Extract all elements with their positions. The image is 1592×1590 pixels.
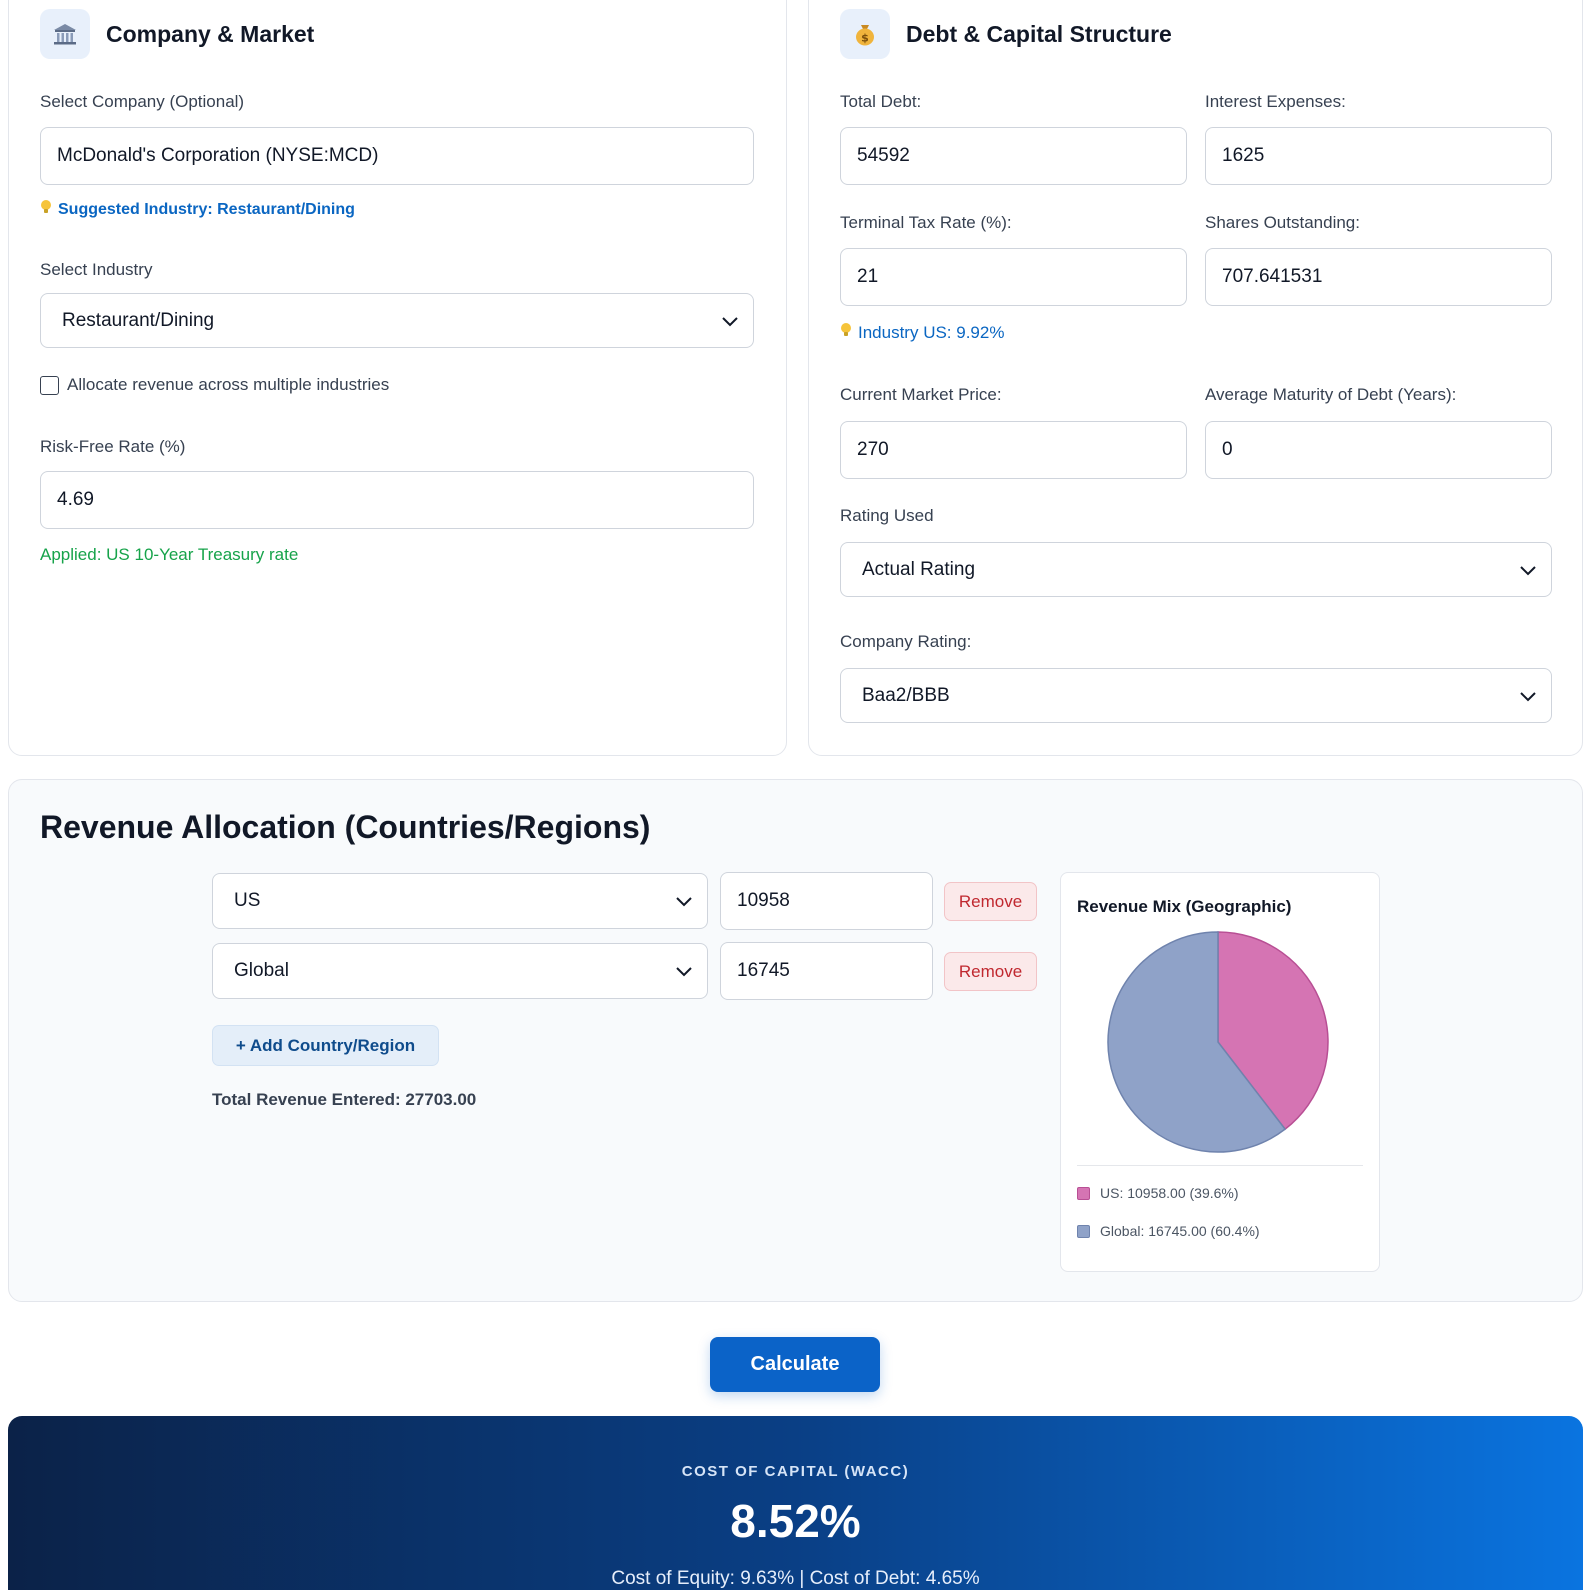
shares-label: Shares Outstanding: <box>1205 213 1360 232</box>
cost-breakdown: Cost of Equity: 9.63% | Cost of Debt: 4.… <box>611 1568 980 1589</box>
region-select-2[interactable]: Global <box>212 943 708 999</box>
lightbulb-icon <box>840 322 852 343</box>
company-rating-value: Baa2/BBB <box>862 684 950 706</box>
bank-building-icon <box>40 9 90 59</box>
chevron-down-icon <box>1520 565 1536 575</box>
rating-used-label: Rating Used <box>840 506 934 525</box>
legend-item-us: US: 10958.00 (39.6%) <box>1077 1185 1239 1201</box>
lightbulb-icon <box>40 199 52 220</box>
debt-capital-card: $ Debt & Capital Structure Total Debt: I… <box>808 0 1583 756</box>
calculate-button[interactable]: Calculate <box>710 1337 880 1392</box>
maturity-input[interactable] <box>1205 421 1552 479</box>
company-market-card: Company & Market Select Company (Optiona… <box>8 0 787 756</box>
legend-label: Global: 16745.00 (60.4%) <box>1100 1223 1260 1239</box>
price-input[interactable] <box>840 421 1187 479</box>
industry-select-value: Restaurant/Dining <box>62 309 215 331</box>
region-select-1[interactable]: US <box>212 873 708 929</box>
interest-input[interactable] <box>1205 127 1552 185</box>
legend-swatch <box>1077 1186 1090 1200</box>
industry-tax-hint: Industry US: 9.92% <box>840 322 1004 343</box>
card-title: Company & Market <box>106 20 315 47</box>
region-amount-input-1[interactable] <box>720 872 933 930</box>
chevron-down-icon <box>676 897 692 907</box>
chevron-down-icon <box>676 967 692 977</box>
company-label: Select Company (Optional) <box>40 92 245 111</box>
rating-used-select[interactable]: Actual Rating <box>840 542 1552 597</box>
total-debt-input[interactable] <box>840 127 1187 185</box>
tax-rate-label: Terminal Tax Rate (%): <box>840 213 1012 232</box>
total-revenue-text: Total Revenue Entered: 27703.00 <box>212 1090 477 1109</box>
wacc-result-banner: COST OF CAPITAL (WACC) 8.52% Cost of Equ… <box>8 1416 1583 1590</box>
legend-item-global: Global: 16745.00 (60.4%) <box>1077 1223 1260 1239</box>
total-debt-label: Total Debt: <box>840 92 922 111</box>
chevron-down-icon <box>722 316 738 326</box>
legend-swatch <box>1077 1224 1090 1238</box>
industry-select[interactable]: Restaurant/Dining <box>40 293 754 348</box>
shares-input[interactable] <box>1205 248 1552 306</box>
money-bag-icon: $ <box>840 9 890 59</box>
pie-chart <box>1107 931 1329 1153</box>
risk-free-label: Risk-Free Rate (%) <box>40 437 186 456</box>
add-country-region-button[interactable]: + Add Country/Region <box>212 1025 439 1066</box>
chart-title: Revenue Mix (Geographic) <box>1077 897 1292 916</box>
maturity-label: Average Maturity of Debt (Years): <box>1205 385 1457 404</box>
region-select-value: US <box>234 890 261 911</box>
tax-rate-input[interactable] <box>840 248 1187 306</box>
legend-label: US: 10958.00 (39.6%) <box>1100 1185 1239 1201</box>
legend-divider <box>1077 1165 1363 1166</box>
wacc-value: 8.52% <box>730 1495 861 1547</box>
allocate-industries-checkbox[interactable] <box>40 375 59 395</box>
interest-label: Interest Expenses: <box>1205 92 1346 111</box>
chevron-down-icon <box>1520 691 1536 701</box>
suggested-industry-hint: Suggested Industry: Restaurant/Dining <box>40 199 355 220</box>
region-amount-input-2[interactable] <box>720 942 933 1000</box>
rating-used-value: Actual Rating <box>862 558 976 580</box>
allocate-industries-row[interactable]: Allocate revenue across multiple industr… <box>40 375 389 395</box>
company-rating-label: Company Rating: <box>840 632 972 651</box>
company-rating-select[interactable]: Baa2/BBB <box>840 668 1552 723</box>
risk-free-input[interactable] <box>40 471 754 529</box>
applied-note: Applied: US 10-Year Treasury rate <box>40 545 299 564</box>
price-label: Current Market Price: <box>840 385 1002 404</box>
company-input[interactable] <box>40 127 754 185</box>
remove-region-button-2[interactable]: Remove <box>944 952 1037 991</box>
company-market-header: Company & Market <box>40 9 314 59</box>
revenue-mix-chart: Revenue Mix (Geographic) US: 10958.00 (3… <box>1060 872 1380 1272</box>
industry-tax-text: Industry US: 9.92% <box>858 322 1005 342</box>
revenue-allocation-card: Revenue Allocation (Countries/Regions) U… <box>8 779 1583 1302</box>
revenue-allocation-title: Revenue Allocation (Countries/Regions) <box>40 809 651 845</box>
industry-label: Select Industry <box>40 260 153 279</box>
region-select-value: Global <box>234 960 289 981</box>
card-title: Debt & Capital Structure <box>906 20 1172 47</box>
suggested-industry-text: Suggested Industry: Restaurant/Dining <box>58 200 355 218</box>
allocate-industries-label: Allocate revenue across multiple industr… <box>67 375 390 394</box>
wacc-label: COST OF CAPITAL (WACC) <box>681 1463 910 1480</box>
remove-region-button-1[interactable]: Remove <box>944 882 1037 921</box>
debt-capital-header: $ Debt & Capital Structure <box>840 9 1172 59</box>
svg-text:$: $ <box>861 32 869 45</box>
